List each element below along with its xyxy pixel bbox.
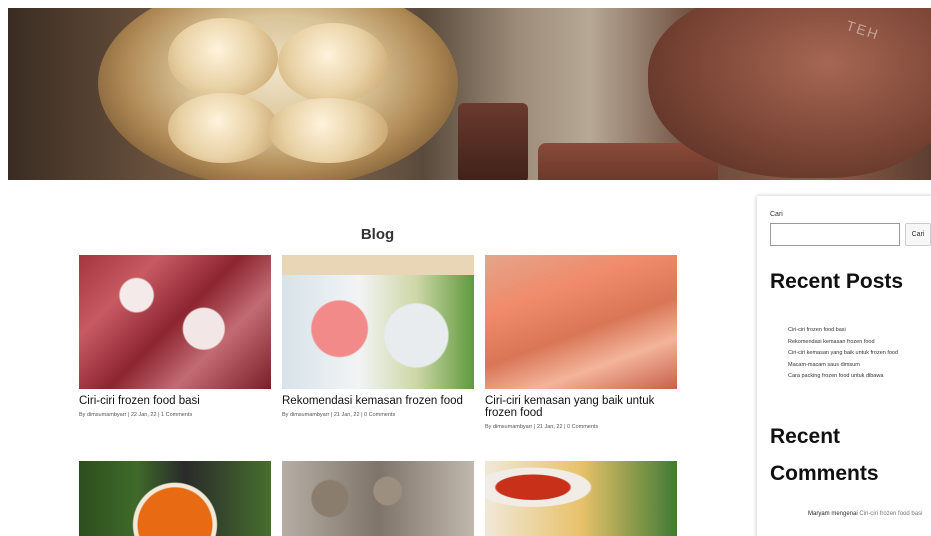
sauce-jar [458,103,528,180]
recent-posts-list: Ciri-ciri frozen food basi Rekomendasi k… [788,325,898,383]
hero-banner-image: TEH [8,8,931,180]
post-card[interactable]: Ciri-ciri kemasan yang baik untuk frozen… [485,255,677,430]
search-button[interactable]: Cari [905,223,931,246]
post-title-link[interactable]: Ciri-ciri frozen food basi [79,395,271,407]
recent-post-link[interactable]: Cara packing frozen food untuk dibawa [788,371,898,383]
post-card[interactable]: Rekomendasi kemasan frozen food By dimsu… [282,255,474,418]
recent-comments-heading: Recent Comments [770,425,879,485]
recent-posts-heading: Recent Posts [770,270,904,293]
bamboo-steamer [98,8,458,180]
post-title-link[interactable]: Rekomendasi kemasan frozen food [282,395,474,407]
recent-post-link[interactable]: Rekomendasi kemasan frozen food [788,337,898,349]
dimsum [168,93,278,163]
post-meta: By dimsumambyarr | 21 Jan, 22 | 0 Commen… [282,412,396,418]
comment-joiner: mengenai [831,511,858,517]
post-thumbnail-frozen-meat[interactable] [79,255,271,389]
comment-author: Maryam [808,511,830,517]
post-card[interactable]: Ciri-ciri frozen food basi By dimsumamby… [79,255,271,418]
recent-post-link[interactable]: Macam-macam saus dimsum [788,360,898,372]
post-meta: By dimsumambyarr | 22 Jan, 22 | 1 Commen… [79,412,193,418]
dimsum [168,18,278,98]
recent-post-link[interactable]: Ciri-ciri frozen food basi [788,325,898,337]
post-meta: By dimsumambyarr | 21 Jan, 22 | 0 Commen… [485,424,599,430]
dimsum [278,23,388,103]
post-card[interactable] [485,461,677,536]
recent-comment-entry: Maryam mengenai Ciri-ciri frozen food ba… [808,509,928,519]
blog-heading: Blog [360,226,395,243]
dimsum [268,98,388,163]
post-thumbnail-frozen-dimsum[interactable] [282,461,474,536]
search-input[interactable] [770,223,900,246]
post-title-link[interactable]: Ciri-ciri kemasan yang baik untuk frozen… [485,395,677,419]
post-thumbnail-food-containers[interactable] [282,255,474,389]
post-card[interactable] [282,461,474,536]
post-thumbnail-dumplings-sauce[interactable] [485,461,677,536]
recent-post-link[interactable]: Ciri-ciri kemasan yang baik untuk frozen… [788,348,898,360]
search-label: Cari [770,211,783,218]
comment-post-link[interactable]: Ciri-ciri frozen food basi [859,511,922,517]
post-thumbnail-packaged-salmon[interactable] [485,255,677,389]
sidebar: Cari Cari Recent Posts Ciri-ciri frozen … [757,196,931,536]
post-thumbnail-sauce-cup[interactable] [79,461,271,536]
post-card[interactable] [79,461,271,536]
